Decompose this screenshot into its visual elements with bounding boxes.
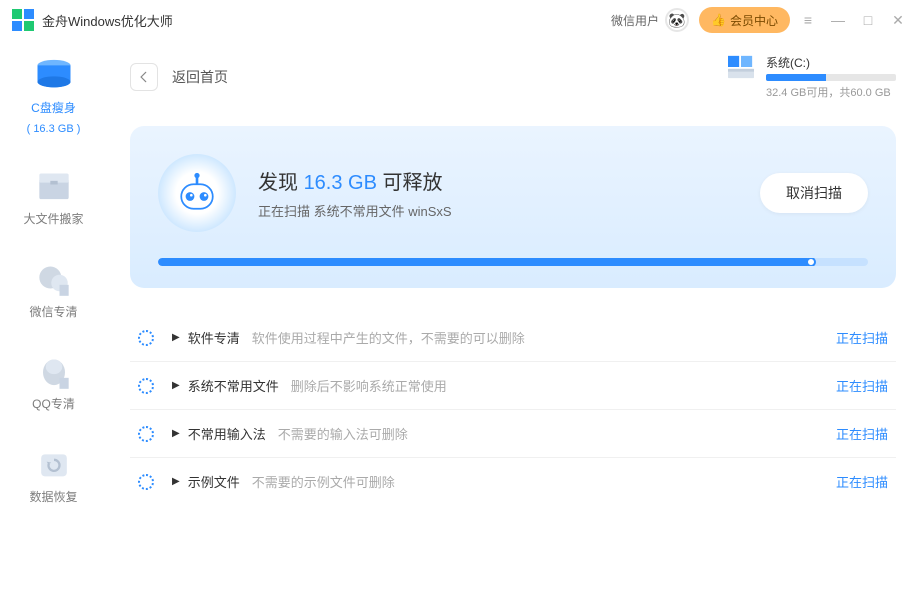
drive-sub: 32.4 GB可用，共60.0 GB	[766, 84, 896, 100]
list-item[interactable]: ▶ 示例文件 不需要的示例文件可删除 正在扫描	[130, 458, 896, 505]
back-button[interactable]	[130, 63, 158, 91]
sidebar-item-label: 微信专清	[29, 304, 77, 321]
spinner-icon	[138, 378, 154, 394]
row-title: 软件专清	[188, 328, 240, 347]
banner-size: 16.3 GB	[304, 172, 377, 194]
minimize-icon[interactable]: ―	[830, 12, 846, 28]
chevron-right-icon: ▶	[172, 332, 180, 343]
box-icon	[32, 169, 76, 205]
row-title: 系统不常用文件	[188, 376, 279, 395]
top-nav: 返回首页 系统(C:) 32.4 GB可用，共60.0 GB	[108, 40, 918, 108]
sidebar-item-recovery[interactable]: 数据恢复	[0, 441, 107, 512]
row-desc: 删除后不影响系统正常使用	[291, 376, 447, 395]
spinner-icon	[138, 330, 154, 346]
row-title: 示例文件	[188, 472, 240, 491]
row-status: 正在扫描	[836, 472, 888, 491]
list-item[interactable]: ▶ 系统不常用文件 删除后不影响系统正常使用 正在扫描	[130, 362, 896, 410]
row-desc: 不需要的示例文件可删除	[252, 472, 395, 491]
banner-subtitle: 正在扫描 系统不常用文件 winSxS	[258, 201, 738, 220]
app-title: 金舟Windows优化大师	[42, 11, 173, 30]
recovery-icon	[32, 447, 76, 483]
banner-suffix: 可释放	[377, 172, 443, 194]
arrow-left-icon	[137, 70, 151, 84]
scan-banner: 发现 16.3 GB 可释放 正在扫描 系统不常用文件 winSxS 取消扫描	[130, 126, 896, 288]
vip-button[interactable]: 👍 会员中心	[699, 7, 790, 33]
user-label: 微信用户	[611, 12, 659, 29]
disk-icon	[32, 58, 76, 94]
app-logo-icon	[12, 9, 34, 31]
sidebar: C盘瘦身 ( 16.3 GB ) 大文件搬家 微信专清 QQ专清 数	[0, 40, 108, 607]
sidebar-item-label: 大文件搬家	[23, 211, 83, 228]
sidebar-item-cdisk[interactable]: C盘瘦身 ( 16.3 GB )	[0, 52, 107, 141]
avatar[interactable]: 🐼	[665, 8, 689, 32]
sidebar-item-bigfile[interactable]: 大文件搬家	[0, 163, 107, 234]
thumbs-up-icon: 👍	[711, 13, 726, 27]
sidebar-item-label: QQ专清	[32, 396, 75, 413]
row-status: 正在扫描	[836, 328, 888, 347]
list-item[interactable]: ▶ 软件专清 软件使用过程中产生的文件，不需要的可以删除 正在扫描	[130, 314, 896, 362]
close-icon[interactable]: ✕	[890, 12, 906, 29]
sidebar-item-wechat[interactable]: 微信专清	[0, 256, 107, 327]
drive-usage-bar	[766, 74, 896, 81]
maximize-icon[interactable]: □	[860, 12, 876, 28]
chevron-right-icon: ▶	[172, 428, 180, 439]
list-item[interactable]: ▶ 不常用输入法 不需要的输入法可删除 正在扫描	[130, 410, 896, 458]
back-label[interactable]: 返回首页	[172, 67, 228, 87]
robot-icon	[158, 154, 236, 232]
row-desc: 软件使用过程中产生的文件，不需要的可以删除	[252, 328, 525, 347]
drive-info: 系统(C:) 32.4 GB可用，共60.0 GB	[726, 54, 896, 100]
scan-progress-bar	[158, 258, 868, 266]
drive-name: 系统(C:)	[766, 54, 896, 71]
row-status: 正在扫描	[836, 424, 888, 443]
sidebar-item-label: C盘瘦身	[31, 100, 76, 117]
spinner-icon	[138, 474, 154, 490]
sidebar-item-qq[interactable]: QQ专清	[0, 348, 107, 419]
menu-icon[interactable]: ≡	[800, 12, 816, 28]
vip-label: 会员中心	[730, 12, 778, 29]
row-desc: 不需要的输入法可删除	[278, 424, 408, 443]
qq-clean-icon	[32, 354, 76, 390]
chevron-right-icon: ▶	[172, 380, 180, 391]
spinner-icon	[138, 426, 154, 442]
window-controls: ≡ ― □ ✕	[800, 12, 906, 29]
wechat-clean-icon	[32, 262, 76, 298]
sidebar-item-sub: ( 16.3 GB )	[27, 123, 81, 135]
windows-drive-icon	[726, 54, 756, 80]
chevron-right-icon: ▶	[172, 476, 180, 487]
main-panel: 返回首页 系统(C:) 32.4 GB可用，共60.0 GB	[108, 40, 918, 607]
titlebar: 金舟Windows优化大师 微信用户 🐼 👍 会员中心 ≡ ― □ ✕	[0, 0, 918, 40]
row-title: 不常用输入法	[188, 424, 266, 443]
sidebar-item-label: 数据恢复	[29, 489, 77, 506]
banner-title: 发现 16.3 GB 可释放	[258, 166, 738, 195]
banner-prefix: 发现	[258, 172, 304, 194]
scan-list: ▶ 软件专清 软件使用过程中产生的文件，不需要的可以删除 正在扫描 ▶ 系统不常…	[108, 298, 918, 521]
row-status: 正在扫描	[836, 376, 888, 395]
cancel-scan-button[interactable]: 取消扫描	[760, 173, 868, 213]
